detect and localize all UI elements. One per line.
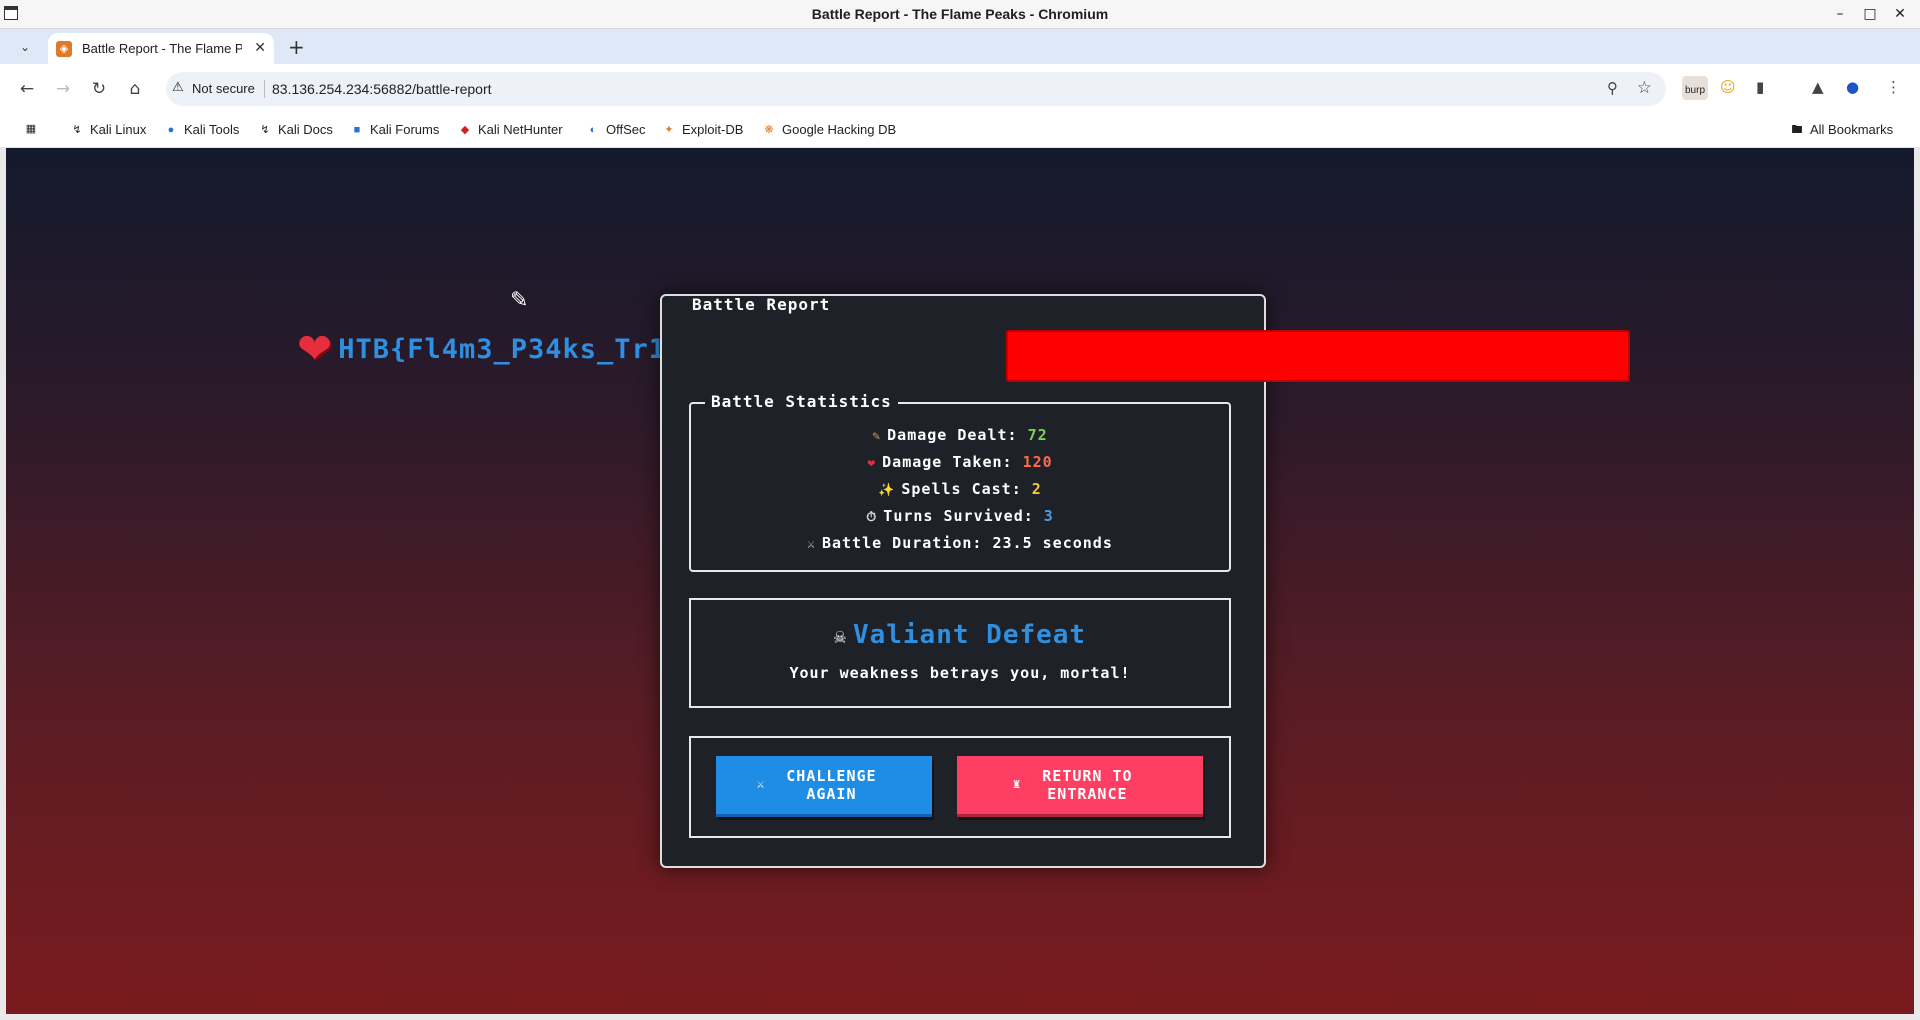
security-indicator[interactable]: Not secure bbox=[192, 81, 255, 96]
home-icon[interactable]: ⌂ bbox=[124, 78, 146, 100]
labs-flask-icon[interactable]: ▲ bbox=[1812, 78, 1824, 96]
tab-title: Battle Report - The Flame Pe bbox=[82, 41, 242, 56]
kali-dragon-icon: ↯ bbox=[72, 123, 82, 136]
maximize-icon[interactable]: □ bbox=[1860, 5, 1880, 23]
tab-close-icon[interactable]: ✕ bbox=[254, 40, 266, 56]
apps-grid-icon[interactable]: ▦ bbox=[24, 122, 38, 136]
stat-value: 120 bbox=[1022, 453, 1053, 471]
kali-forums-icon: ■ bbox=[353, 123, 361, 136]
offsec-icon: ◐ bbox=[589, 123, 597, 136]
mouse-cursor-icon: ✎ bbox=[510, 288, 529, 313]
stats-legend: Battle Statistics bbox=[705, 392, 898, 411]
crossed-swords-icon: ⚔ bbox=[807, 537, 816, 552]
bookmark-kali-tools[interactable]: ● Kali Tools bbox=[164, 122, 240, 137]
challenge-again-button[interactable]: ⚔ CHALLENGE AGAIN bbox=[716, 756, 932, 817]
stat-value: 72 bbox=[1027, 426, 1048, 444]
bookmark-google-hacking-db[interactable]: ❋ Google Hacking DB bbox=[762, 122, 896, 137]
folder-icon: 🖿 bbox=[1791, 123, 1803, 136]
modal-title: Battle Report bbox=[692, 295, 831, 314]
return-to-entrance-button[interactable]: ♜ RETURN TO ENTRANCE bbox=[957, 756, 1203, 817]
battle-statistics-panel: Battle Statistics ✎ Damage Dealt: 72 ❤ Dam… bbox=[689, 392, 1231, 572]
stat-value: 23.5 seconds bbox=[992, 534, 1113, 552]
exploit-db-icon: ✦ bbox=[664, 123, 674, 136]
battle-result-panel: ☠ Valiant Defeat Your weakness betrays yo… bbox=[689, 598, 1231, 708]
address-bar[interactable]: ⚠ Not secure 83.136.254.234:56882/battle… bbox=[166, 72, 1666, 106]
warning-icon[interactable]: ⚠ bbox=[172, 80, 184, 95]
stat-battle-duration: ⚔ Battle Duration: 23.5 seconds bbox=[807, 534, 1113, 552]
bookmark-exploit-db[interactable]: ✦ Exploit-DB bbox=[662, 122, 743, 137]
window-frame-left bbox=[0, 148, 6, 1020]
skull-icon: ☠ bbox=[833, 624, 847, 648]
ghdb-icon: ❋ bbox=[764, 123, 774, 136]
browser-toolbar: ← → ↻ ⌂ ⚠ Not secure 83.136.254.234:5688… bbox=[0, 64, 1920, 114]
minimize-icon[interactable]: – bbox=[1830, 5, 1850, 23]
kali-docs-icon: ↯ bbox=[260, 123, 270, 136]
window-titlebar: Battle Report - The Flame Peaks - Chromi… bbox=[0, 0, 1920, 29]
stat-value: 2 bbox=[1031, 480, 1042, 498]
zoom-icon[interactable]: ⚲ bbox=[1607, 79, 1618, 97]
burp-extension-icon[interactable]: burp bbox=[1682, 76, 1708, 100]
window-frame-right bbox=[1914, 148, 1920, 1020]
app-window-icon bbox=[4, 6, 18, 20]
bookmark-offsec[interactable]: ◐ OffSec bbox=[586, 122, 646, 137]
browser-tab-active[interactable]: ◈ Battle Report - The Flame Pe ✕ bbox=[48, 33, 274, 64]
stat-turns-survived: ⏱ Turns Survived: 3 bbox=[866, 507, 1054, 525]
page-content: ✎ ❤ HTB{Fl4m3_P34ks_Tr14l_Burn5_Br1ght_4… bbox=[6, 148, 1914, 1016]
castle-icon: ♜ bbox=[1012, 777, 1022, 792]
kali-tools-icon: ● bbox=[167, 123, 175, 136]
result-subtitle: Your weakness betrays you, mortal! bbox=[789, 664, 1131, 682]
bookmark-kali-nethunter[interactable]: ◆ Kali NetHunter bbox=[458, 122, 563, 137]
profile-avatar-icon[interactable]: ● bbox=[1846, 78, 1859, 96]
bookmark-kali-forums[interactable]: ■ Kali Forums bbox=[350, 122, 440, 137]
menu-kebab-icon[interactable]: ⋮ bbox=[1886, 78, 1901, 96]
extension-face-icon[interactable]: ☺ bbox=[1720, 78, 1736, 96]
tab-search-dropdown-icon[interactable]: ⌄ bbox=[14, 37, 36, 57]
stat-damage-taken: ❤ Damage Taken: 120 bbox=[867, 453, 1053, 471]
bookmark-star-icon[interactable]: ☆ bbox=[1637, 78, 1652, 98]
url-text[interactable]: 83.136.254.234:56882/battle-report bbox=[272, 81, 492, 97]
stopwatch-icon: ⏱ bbox=[866, 510, 878, 525]
new-tab-icon[interactable]: + bbox=[288, 35, 305, 59]
redaction-box bbox=[1006, 330, 1630, 382]
all-bookmarks-button[interactable]: 🖿 All Bookmarks bbox=[1790, 122, 1894, 137]
nethunter-icon: ◆ bbox=[460, 123, 470, 136]
broken-heart-icon: ❤ bbox=[867, 456, 877, 471]
sparkles-icon: ✨ bbox=[878, 483, 896, 498]
bookmarks-bar: ▦ ↯ Kali Linux ● Kali Tools ↯ Kali Docs ■ Ka… bbox=[0, 114, 1920, 148]
actions-panel: ⚔ CHALLENGE AGAIN ♜ RETURN TO ENTRANCE bbox=[689, 736, 1231, 838]
bookmark-kali-linux[interactable]: ↯ Kali Linux bbox=[70, 122, 146, 137]
back-icon[interactable]: ← bbox=[16, 78, 38, 100]
challenge-again-label: CHALLENGE AGAIN bbox=[786, 767, 877, 803]
heart-icon: ❤ bbox=[297, 324, 333, 373]
stat-damage-dealt: ✎ Damage Dealt: 72 bbox=[872, 426, 1048, 444]
reload-icon[interactable]: ↻ bbox=[88, 78, 110, 100]
result-title: ☠ Valiant Defeat bbox=[833, 620, 1087, 650]
window-frame-bottom bbox=[0, 1014, 1920, 1020]
return-to-entrance-label: RETURN TO ENTRANCE bbox=[1042, 767, 1133, 803]
omnibox-divider bbox=[264, 80, 265, 98]
crossed-swords-icon: ⚔ bbox=[756, 777, 766, 792]
bookmark-kali-docs[interactable]: ↯ Kali Docs bbox=[258, 122, 333, 137]
sword-icon: ✎ bbox=[872, 429, 882, 444]
extensions-puzzle-icon[interactable]: ▮ bbox=[1756, 78, 1764, 96]
tab-strip: ⌄ ◈ Battle Report - The Flame Pe ✕ + bbox=[0, 29, 1920, 64]
window-title: Battle Report - The Flame Peaks - Chromi… bbox=[811, 6, 1109, 22]
stat-value: 3 bbox=[1043, 507, 1054, 525]
forward-icon[interactable]: → bbox=[52, 78, 74, 100]
stat-spells-cast: ✨ Spells Cast: 2 bbox=[878, 480, 1042, 498]
close-window-icon[interactable]: ✕ bbox=[1890, 5, 1910, 23]
flame-favicon-icon: ◈ bbox=[56, 40, 72, 57]
